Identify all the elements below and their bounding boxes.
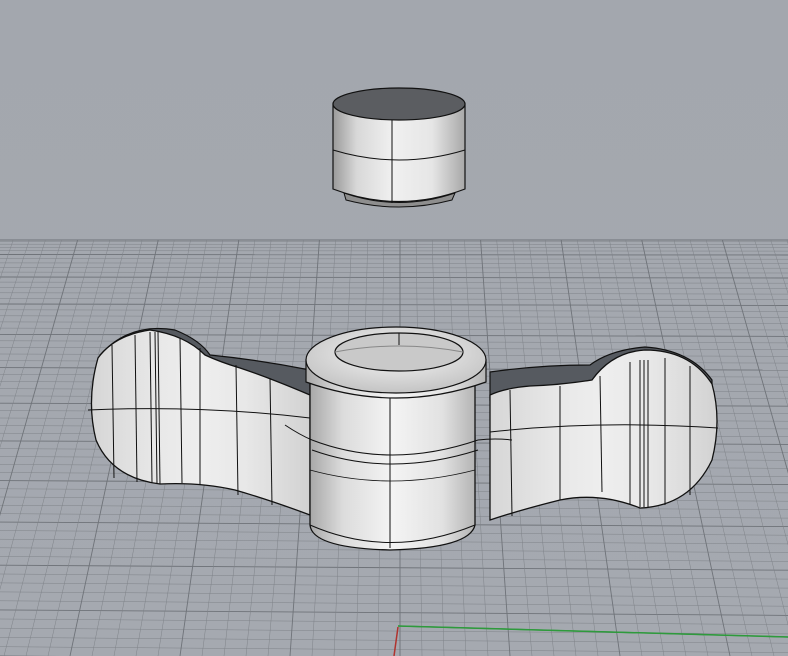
grid-line — [0, 281, 788, 284]
grid-line — [0, 262, 788, 264]
grid-line — [721, 239, 788, 474]
grid-line — [0, 298, 788, 300]
grid-line — [3, 239, 111, 656]
grid-line — [0, 609, 788, 616]
grid-line — [0, 254, 788, 256]
grid-line — [754, 239, 788, 349]
grid-line — [0, 267, 788, 269]
grid-line — [0, 239, 79, 517]
grid-line — [0, 303, 788, 306]
grid-line — [0, 258, 788, 260]
grid-line — [0, 618, 788, 625]
grid-line — [0, 582, 788, 589]
wing-nut[interactable] — [87, 326, 719, 551]
grid-line — [0, 600, 788, 607]
grid-line — [0, 239, 14, 280]
grid-line — [0, 591, 788, 598]
grid-line — [0, 276, 788, 279]
grid-line — [738, 239, 788, 408]
grid-line — [0, 321, 788, 324]
viewport-canvas[interactable] — [0, 0, 788, 656]
x-axis-stub — [393, 626, 399, 656]
grid-line — [0, 287, 788, 289]
grid-line — [705, 239, 788, 546]
grid-line — [0, 637, 788, 644]
perspective-viewport[interactable] — [0, 0, 788, 656]
grid-line — [0, 573, 788, 580]
cylinder-insert[interactable] — [332, 87, 466, 208]
grid-line — [0, 315, 788, 318]
grid-line — [0, 239, 46, 387]
grid-line — [770, 239, 788, 294]
grid-line — [0, 556, 788, 562]
grid-line — [0, 239, 95, 590]
grid-line — [0, 309, 788, 312]
grid-line — [0, 239, 30, 331]
